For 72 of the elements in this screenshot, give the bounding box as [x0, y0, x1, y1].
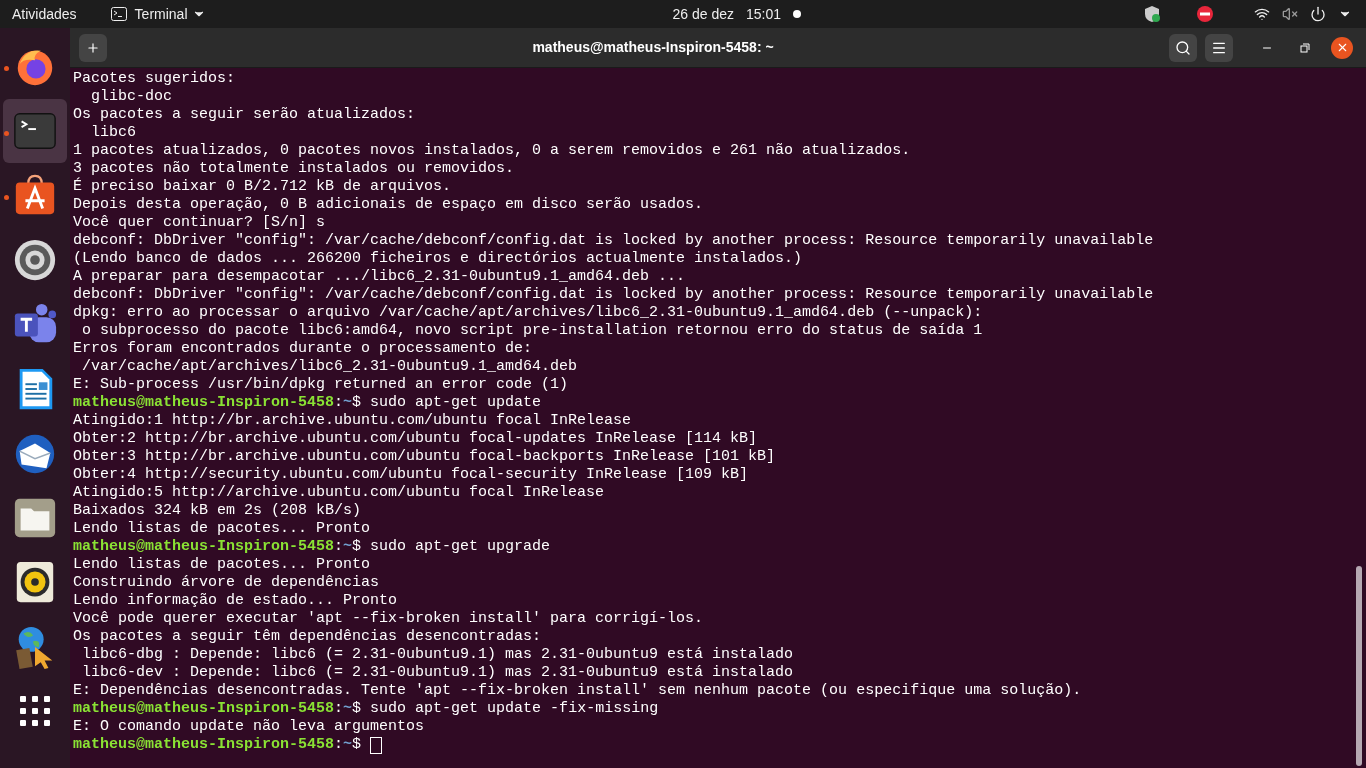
output-line: A preparar para desempacotar .../libc6_2.31-0ubuntu9.1_amd64.deb ... — [73, 268, 686, 286]
scrollbar-thumb[interactable] — [1356, 566, 1362, 766]
muted-speaker-icon[interactable] — [1282, 6, 1298, 22]
app-grid-icon — [18, 694, 52, 729]
output-line: 1 pacotes atualizados, 0 pacotes novos instalados, 0 a serem removidos e 261 não atualizados. — [73, 142, 911, 160]
wifi-icon[interactable] — [1254, 6, 1270, 22]
output-line: Baixados 324 kB em 2s (208 kB/s) — [73, 502, 362, 520]
output-line: debconf: DbDriver "config": /var/cache/debconf/config.dat is locked by another process: Resource temporarily unavailable — [73, 232, 1154, 250]
prompt-path: ~ — [343, 700, 353, 718]
output-line: debconf: DbDriver "config": /var/cache/debconf/config.dat is locked by another process: Resource temporarily unavailable — [73, 286, 1154, 304]
output-line: Obter:3 http://br.archive.ubuntu.com/ubuntu focal-backports InRelease [101 kB] — [73, 448, 776, 466]
prompt-user: matheus@matheus-Inspiron-5458 — [73, 394, 335, 412]
output-line: Construindo árvore de dependências — [73, 574, 380, 592]
output-line: dpkg: erro ao processar o arquivo /var/cache/apt/archives/libc6_2.31-0ubuntu9.1_amd64.deb (--unpack): — [73, 304, 983, 322]
shield-icon[interactable] — [1144, 5, 1160, 23]
output-line: Erros foram encontrados durante o processamento de: — [73, 340, 533, 358]
output-line: libc6 — [90, 124, 136, 142]
output-line: Lendo informação de estado... Pronto — [73, 592, 398, 610]
output-line: Obter:2 http://br.archive.ubuntu.com/ubuntu focal-updates InRelease [114 kB] — [73, 430, 758, 448]
output-line: (Lendo banco de dados ... 266200 ficheiros e directórios actualmente instalados.) — [73, 250, 803, 268]
output-line: glibc-doc — [90, 88, 173, 106]
output-line: Lendo listas de pacotes... Pronto — [73, 520, 371, 538]
prompt-user: matheus@matheus-Inspiron-5458 — [73, 736, 335, 754]
no-entry-icon[interactable] — [1196, 5, 1214, 23]
app-menu[interactable]: Terminal — [106, 0, 210, 28]
prompt-separator: : — [334, 394, 344, 412]
output-line: Lendo listas de pacotes... Pronto — [73, 556, 371, 574]
output-line: Atingido:5 http://archive.ubuntu.com/ubuntu focal InRelease — [73, 484, 605, 502]
clock-button[interactable]: 26 de dez 15:01 — [672, 3, 781, 25]
output-line: Você quer continuar? [S/n] s — [73, 214, 326, 232]
prompt-symbol: $ — [352, 394, 362, 412]
output-line: Atingido:1 http://br.archive.ubuntu.com/ubuntu focal InRelease — [73, 412, 632, 430]
power-icon[interactable] — [1310, 6, 1326, 22]
prompt-user: matheus@matheus-Inspiron-5458 — [73, 538, 335, 556]
search-icon — [1175, 39, 1191, 56]
output-line: E: Sub-process /usr/bin/dpkg returned an error code (1) — [73, 376, 569, 394]
output-line: 3 pacotes não totalmente instalados ou removidos. — [73, 160, 515, 177]
prompt-symbol: $ — [352, 736, 362, 754]
output-line: libc6-dbg : Depende: libc6 (= 2.31-0ubuntu9.1) mas 2.31-0ubuntu9 está instalado — [81, 646, 794, 664]
close-button[interactable] — [1331, 36, 1353, 59]
command-text: sudo apt-get update — [370, 394, 542, 412]
output-line: Pacotes sugeridos: — [73, 70, 236, 88]
prompt-path: ~ — [343, 394, 353, 412]
output-line: libc6-dev : Depende: libc6 (= 2.31-0ubuntu9.1) mas 2.31-0ubuntu9 está instalado — [81, 664, 794, 682]
output-line: Você pode querer executar 'apt --fix-broken install' para corrigí-los. — [73, 610, 704, 628]
activities-button[interactable]: Atividades — [0, 0, 89, 28]
output-line: É preciso baixar 0 B/2.712 kB de arquivos. — [73, 178, 452, 196]
prompt-symbol: $ — [352, 538, 362, 556]
command-text: sudo apt-get update -fix-missing — [370, 700, 659, 718]
output-line: Depois desta operação, 0 B adicionais de espaço em disco serão usados. — [73, 196, 704, 214]
output-line: Os pacotes a seguir têm dependências desencontradas: — [73, 628, 542, 646]
output-line: /var/cache/apt/archives/libc6_2.31-0ubuntu9.1_amd64.deb — [81, 358, 578, 376]
command-text: sudo apt-get upgrade — [370, 538, 551, 556]
prompt-separator: : — [334, 700, 344, 718]
prompt-path: ~ — [343, 538, 353, 556]
prompt-user: matheus@matheus-Inspiron-5458 — [73, 700, 335, 718]
output-line: E: Dependências desencontradas. Tente 'apt --fix-broken install' sem nenhum pacote (ou especifique uma solução). — [73, 682, 1082, 700]
prompt-path: ~ — [343, 736, 353, 754]
prompt-symbol: $ — [352, 700, 362, 718]
new-tab-icon — [86, 40, 100, 55]
output-line: Os pacotes a seguir serão atualizados: — [73, 106, 416, 124]
output-line: E: O comando update não leva argumentos — [73, 718, 425, 736]
window-title: matheus@matheus-Inspiron-5458: ~ — [532, 38, 774, 57]
new-tab-button[interactable] — [79, 33, 107, 62]
prompt-separator: : — [334, 538, 344, 556]
maximize-icon — [1300, 42, 1310, 53]
output-line: o subprocesso do pacote libc6:amd64, novo script pre-installation retornou erro do status de saída 1 — [81, 322, 983, 340]
output-line: Obter:4 http://security.ubuntu.com/ubuntu focal-security InRelease [109 kB] — [73, 466, 749, 484]
search-button[interactable] — [1169, 33, 1197, 62]
menu-button[interactable] — [1205, 33, 1233, 62]
prompt-separator: : — [334, 736, 344, 754]
terminal-icon — [110, 7, 127, 21]
